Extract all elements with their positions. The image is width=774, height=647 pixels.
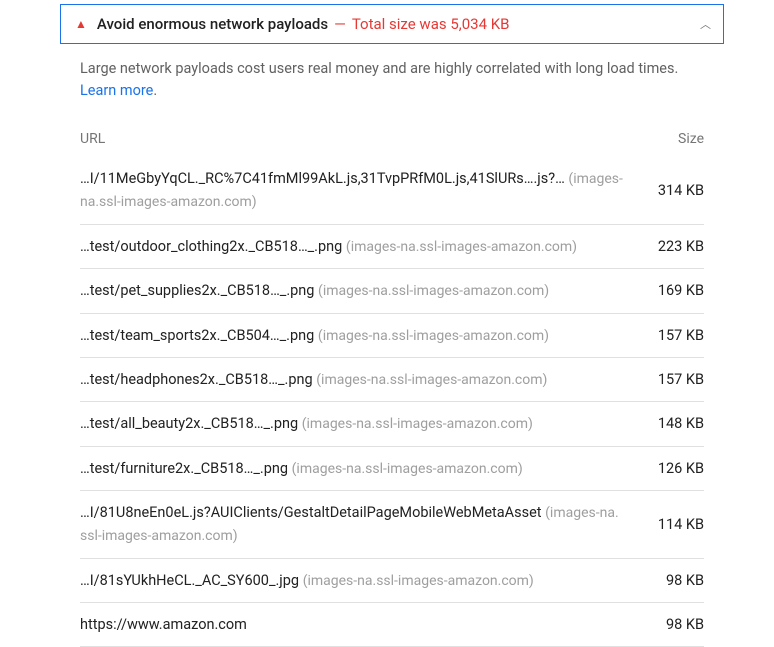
table-row: https://www.amazon.com 98 KB [80,603,704,647]
audit-title: Avoid enormous network payloads [97,15,328,33]
url-text: …test/pet_supplies2x._CB518…_.png [80,282,314,299]
url-domain: (images-na.ssl-images-amazon.com) [316,372,547,388]
size-cell: 157 KB [644,371,704,388]
url-text: …I/11MeGbyYqCL._RC%7C41fmMl99AkL.js,31Tv… [80,170,565,187]
table-header: URL Size [80,125,704,157]
url-cell: …I/11MeGbyYqCL._RC%7C41fmMl99AkL.js,31Tv… [80,167,644,214]
separator: — [334,15,346,33]
url-domain: (images-na.ssl-images-amazon.com) [318,283,549,299]
table-row: …test/furniture2x._CB518…_.png (images-n… [80,447,704,491]
table-row: …test/headphones2x._CB518…_.png (images-… [80,358,704,402]
table-row: …I/11MeGbyYqCL._RC%7C41fmMl99AkL.js,31Tv… [80,157,704,225]
url-cell: …test/team_sports2x._CB504…_.png (images… [80,324,644,347]
url-cell: …test/furniture2x._CB518…_.png (images-n… [80,457,644,480]
url-text: …test/all_beauty2x._CB518…_.png [80,415,298,432]
url-text: …test/headphones2x._CB518…_.png [80,371,313,388]
url-text: https://www.amazon.com [80,616,247,633]
url-text: …I/81U8neEn0eL.js?AUIClients/GestaltDeta… [80,504,542,521]
total-size: Total size was 5,034 KB [352,15,510,33]
table-row: …test/team_sports2x._CB504…_.png (images… [80,314,704,358]
description-text: Large network payloads cost users real m… [80,60,678,77]
size-cell: 157 KB [644,327,704,344]
warning-icon: ▲ [75,18,87,30]
url-domain: (images-na.ssl-images-amazon.com) [346,239,577,255]
size-cell: 98 KB [644,572,704,589]
table-row: …test/pet_supplies2x._CB518…_.png (image… [80,269,704,313]
table-row: …I/81sYUkhHeCL._AC_SY600_.jpg (images-na… [80,559,704,603]
size-cell: 98 KB [644,616,704,633]
size-cell: 126 KB [644,460,704,477]
table-row: …I/81U8neEn0eL.js?AUIClients/GestaltDeta… [80,491,704,559]
url-cell: …test/headphones2x._CB518…_.png (images-… [80,368,644,391]
url-cell: …test/all_beauty2x._CB518…_.png (images-… [80,412,644,435]
audit-description: Large network payloads cost users real m… [80,58,704,103]
table-row: …test/all_beauty2x._CB518…_.png (images-… [80,402,704,446]
size-cell: 148 KB [644,415,704,432]
url-domain: (images-na.ssl-images-amazon.com) [302,416,533,432]
url-domain: (images-na.ssl-images-amazon.com) [303,573,534,589]
audit-header[interactable]: ▲ Avoid enormous network payloads — Tota… [60,4,724,44]
size-cell: 169 KB [644,282,704,299]
size-cell: 114 KB [644,516,704,533]
url-text: …test/team_sports2x._CB504…_.png [80,327,314,344]
url-domain: (images-na.ssl-images-amazon.com) [292,461,523,477]
payload-table: URL Size …I/11MeGbyYqCL._RC%7C41fmMl99Ak… [80,125,704,647]
url-text: …I/81sYUkhHeCL._AC_SY600_.jpg [80,572,299,589]
url-cell: …I/81U8neEn0eL.js?AUIClients/GestaltDeta… [80,501,644,548]
learn-more-link[interactable]: Learn more [80,82,153,99]
url-domain: (images-na.ssl-images-amazon.com) [318,328,549,344]
url-cell: https://www.amazon.com [80,613,644,636]
size-cell: 314 KB [644,182,704,199]
url-text: …test/outdoor_clothing2x._CB518…_.png [80,238,342,255]
url-text: …test/furniture2x._CB518…_.png [80,460,288,477]
col-url: URL [80,131,105,147]
url-cell: …test/pet_supplies2x._CB518…_.png (image… [80,279,644,302]
url-cell: …I/81sYUkhHeCL._AC_SY600_.jpg (images-na… [80,569,644,592]
table-row: …test/outdoor_clothing2x._CB518…_.png (i… [80,225,704,269]
chevron-up-icon: ︿ [700,16,711,32]
size-cell: 223 KB [644,238,704,255]
col-size: Size [678,131,704,147]
url-cell: …test/outdoor_clothing2x._CB518…_.png (i… [80,235,644,258]
